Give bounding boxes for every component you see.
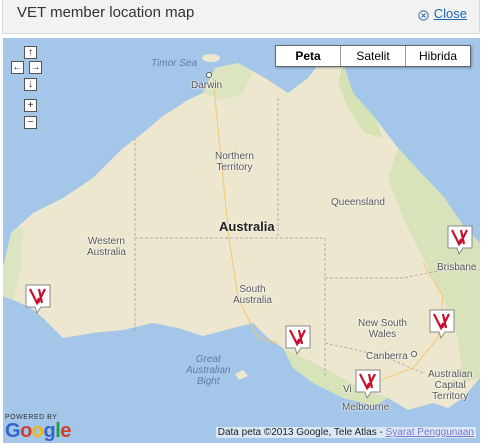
pan-down-button[interactable]: ↓ xyxy=(24,78,37,91)
brisbane-label: Brisbane xyxy=(437,262,477,273)
dialog-header: VET member location map Close xyxy=(2,0,480,34)
darwin-dot xyxy=(206,72,212,78)
south-australia-label: South Australia xyxy=(233,284,272,306)
vet-marker-icon xyxy=(355,369,381,399)
map-background xyxy=(3,38,480,443)
marker-perth[interactable] xyxy=(25,284,51,314)
pan-up-button[interactable]: ↑ xyxy=(24,46,37,59)
victoria-label: Vi xyxy=(343,384,352,395)
pan-left-button[interactable]: ← xyxy=(11,61,24,74)
western-australia-label: Western Australia xyxy=(87,236,126,258)
map-attribution: Data peta ©2013 Google, Tele Atlas - Sya… xyxy=(215,427,476,438)
close-label: Close xyxy=(433,6,467,21)
vet-marker-icon xyxy=(429,309,455,339)
map-type-control: Peta Satelit Hibrida xyxy=(275,45,471,67)
google-logo[interactable]: POWERED BY Google xyxy=(5,414,71,441)
attribution-text: Data peta ©2013 Google, Tele Atlas - xyxy=(217,427,386,438)
great-australian-bight-label: Great Australian Bight xyxy=(186,354,231,387)
northern-territory-label: Northern Territory xyxy=(215,151,254,173)
act-label: Australian Capital Territory xyxy=(428,369,473,402)
timor-sea-label: Timor Sea xyxy=(151,58,198,69)
darwin-label: Darwin xyxy=(191,80,223,91)
canberra-dot xyxy=(411,351,417,357)
queensland-label: Queensland xyxy=(331,197,385,208)
vet-marker-icon xyxy=(25,284,51,314)
new-south-wales-label: New South Wales xyxy=(358,318,407,340)
pan-right-button[interactable]: → xyxy=(29,61,42,74)
terms-link[interactable]: Syarat Penggunaan xyxy=(386,427,474,438)
marker-brisbane[interactable] xyxy=(447,225,473,255)
zoom-in-button[interactable]: + xyxy=(24,99,37,112)
map-type-hibrida-button[interactable]: Hibrida xyxy=(405,46,470,66)
vet-marker-icon xyxy=(447,225,473,255)
dialog-title: VET member location map xyxy=(17,4,195,21)
zoom-out-button[interactable]: − xyxy=(24,116,37,129)
google-wordmark: Google xyxy=(5,420,71,442)
map-type-satelit-button[interactable]: Satelit xyxy=(340,46,405,66)
vet-marker-icon xyxy=(285,325,311,355)
canberra-label: Canberra xyxy=(366,351,408,362)
marker-melbourne[interactable] xyxy=(355,369,381,399)
melbourne-label: Melbourne xyxy=(342,402,390,413)
map-type-peta-button[interactable]: Peta xyxy=(276,46,340,66)
close-button[interactable]: Close xyxy=(418,6,467,21)
map-canvas[interactable]: Peta Satelit Hibrida ↑ ← → ↓ + − Timor S… xyxy=(3,38,480,443)
marker-sydney[interactable] xyxy=(429,309,455,339)
marker-adelaide[interactable] xyxy=(285,325,311,355)
australia-label: Australia xyxy=(219,219,275,234)
close-circle-icon xyxy=(418,8,429,21)
